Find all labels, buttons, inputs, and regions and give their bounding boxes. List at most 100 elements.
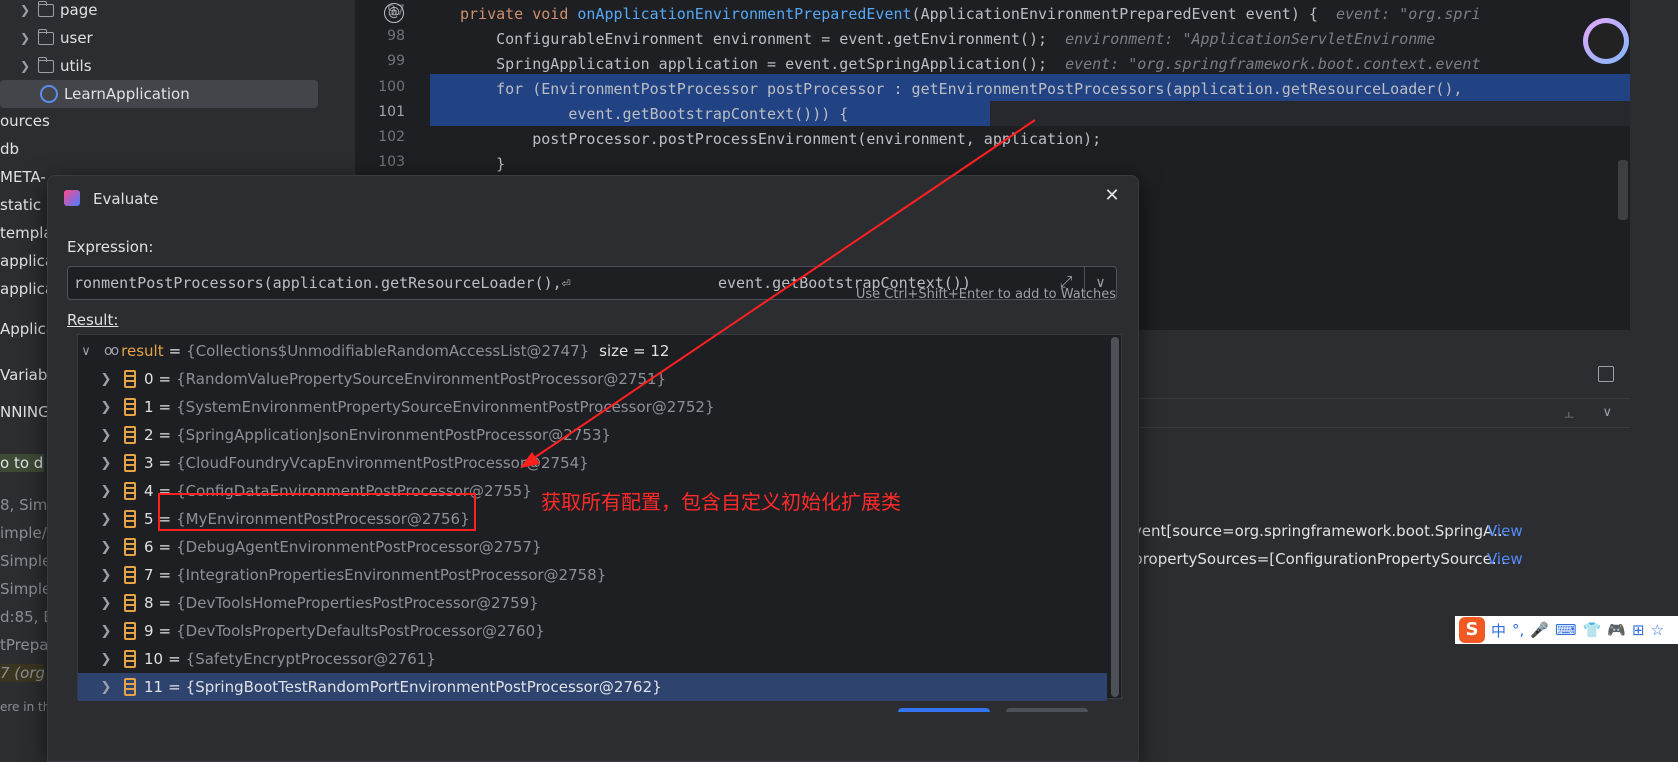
expression-text[interactable]: ronmentPostProcessors(application.getRes… — [74, 274, 571, 292]
close-icon[interactable]: ✕ — [1100, 184, 1124, 208]
result-scrollbar[interactable] — [1111, 337, 1119, 697]
debug-frame-footer: ere in th — [0, 700, 51, 714]
tree-item-clipped[interactable]: templa — [0, 224, 53, 242]
result-item-row[interactable]: ❯ 10 = {SafetyEncryptProcessor@2761} — [78, 645, 1107, 673]
chevron-right-icon[interactable]: ❯ — [98, 484, 114, 499]
tree-item-clipped[interactable]: db — [0, 140, 19, 158]
result-item-row[interactable]: ❯ 8 = {DevToolsHomePropertiesPostProcessor@… — [78, 589, 1107, 617]
equals-sign: = — [158, 370, 172, 388]
code-line-97[interactable]: private void onApplicationEnvironmentPre… — [460, 0, 1481, 27]
ime-toolbox-icon[interactable]: ⊞ — [1632, 621, 1645, 639]
tree-item-learnapplication[interactable]: LearnApplication — [0, 80, 318, 108]
ime-more-icon[interactable]: ☆ — [1651, 621, 1664, 639]
chevron-right-icon[interactable]: ❯ — [98, 680, 114, 695]
result-item-row[interactable]: ❯ 0 = {RandomValuePropertySourceEnvironment… — [78, 365, 1107, 393]
chevron-right-icon[interactable]: ❯ — [18, 31, 32, 45]
tree-item-clipped[interactable]: applica — [0, 252, 54, 270]
equals-sign: = — [158, 622, 172, 640]
tree-item-utils[interactable]: ❯ utils — [18, 52, 92, 80]
result-item-row[interactable]: ❯ 11 = {SpringBootTestRandomPortEnvironment… — [78, 673, 1107, 701]
tree-item-clipped[interactable]: META- — [0, 168, 46, 186]
ime-keyboard-icon[interactable]: ⌨ — [1555, 621, 1577, 639]
result-item-row[interactable]: ❯ 7 = {IntegrationPropertiesEnvironmentPost… — [78, 561, 1107, 589]
code-line-98[interactable]: ConfigurableEnvironment environment = ev… — [460, 25, 1435, 52]
tree-item-clipped[interactable]: static — [0, 196, 41, 214]
chevron-right-icon[interactable]: ❯ — [98, 456, 114, 471]
chevron-down-icon[interactable]: ∨ — [1602, 405, 1612, 420]
debug-frame[interactable]: imple/ — [0, 524, 47, 542]
code-method-name: onApplicationEnvironmentPreparedEvent — [577, 4, 912, 23]
equals-sign: = — [168, 678, 181, 696]
ime-punctuation-icon[interactable]: °, — [1512, 621, 1524, 639]
item-index: 0 — [144, 370, 154, 388]
code-line-99[interactable]: SpringApplication application = event.ge… — [460, 50, 1480, 77]
code-text: (ApplicationEnvironmentPreparedEvent eve… — [911, 4, 1336, 23]
code-text: event.getBootstrapContext())) { — [460, 104, 849, 123]
spring-class-icon — [40, 85, 58, 103]
chevron-right-icon[interactable]: ❯ — [98, 568, 114, 583]
chevron-right-icon[interactable]: ❯ — [98, 428, 114, 443]
debug-frame[interactable]: tPrepa — [0, 636, 48, 654]
result-item-row[interactable]: ❯ 2 = {SpringApplicationJsonEnvironmentPost… — [78, 421, 1107, 449]
ime-chinese-toggle[interactable]: 中 — [1491, 620, 1506, 641]
chevron-right-icon[interactable]: ❯ — [98, 652, 114, 667]
debug-frame[interactable]: Simple — [0, 580, 51, 598]
object-icon — [124, 454, 136, 472]
chevron-right-icon[interactable]: ❯ — [98, 400, 114, 415]
object-icon — [124, 566, 136, 584]
editor-scrollbar[interactable] — [1618, 160, 1628, 220]
item-index: 1 — [144, 398, 154, 416]
ime-skin-icon[interactable]: 👕 — [1583, 621, 1602, 639]
code-line-101[interactable]: event.getBootstrapContext())) { — [460, 100, 848, 127]
item-index: 2 — [144, 426, 154, 444]
object-icon — [124, 650, 136, 668]
evaluate-icon — [64, 190, 80, 206]
result-item-row[interactable]: ❯ 9 = {DevToolsPropertyDefaultsPostProcesso… — [78, 617, 1107, 645]
chevron-right-icon[interactable]: ❯ — [98, 596, 114, 611]
chevron-right-icon[interactable]: ❯ — [18, 59, 32, 73]
close-button[interactable] — [1006, 708, 1088, 712]
result-name: result — [121, 342, 164, 360]
debug-frame[interactable]: Simple — [0, 552, 51, 570]
line-number: 98 — [387, 28, 405, 44]
override-gutter-icon[interactable]: @ — [384, 3, 404, 23]
equals-sign: = — [158, 426, 172, 444]
object-icon — [124, 426, 136, 444]
code-text: postProcessor.postProcessEnvironment(env… — [460, 129, 1102, 148]
ime-game-icon[interactable]: 🎮 — [1607, 621, 1626, 639]
debug-frame[interactable]: 7 (org. — [0, 664, 44, 682]
tree-item-clipped[interactable]: applica — [0, 280, 54, 298]
object-icon — [124, 510, 136, 528]
chevron-right-icon[interactable]: ❯ — [98, 624, 114, 639]
code-line-100[interactable]: for (EnvironmentPostProcessor postProces… — [460, 75, 1462, 102]
debug-frame[interactable]: d:85, E — [0, 608, 53, 626]
equals-sign: = — [158, 594, 172, 612]
sogou-logo-icon[interactable]: S — [1459, 617, 1485, 643]
code-line-102[interactable]: postProcessor.postProcessEnvironment(env… — [460, 125, 1101, 152]
result-item-row[interactable]: ❯ 3 = {CloudFoundryVcapEnvironmentPostProce… — [78, 449, 1107, 477]
filter-icon[interactable]: ⫠ — [1564, 403, 1574, 423]
result-item-row[interactable]: ❯ 6 = {DebugAgentEnvironmentPostProcessor@2… — [78, 533, 1107, 561]
result-root-row[interactable]: ∨ oo result = {Collections$UnmodifiableR… — [78, 337, 1107, 365]
view-link[interactable]: View — [1487, 522, 1523, 540]
layout-icon[interactable] — [1598, 366, 1614, 382]
code-line-103[interactable]: } — [460, 150, 505, 177]
debug-tab-variables[interactable]: Variab — [0, 366, 47, 384]
tree-item-page[interactable]: ❯ page — [18, 0, 97, 24]
view-link[interactable]: View — [1487, 550, 1523, 568]
chevron-right-icon[interactable]: ❯ — [98, 512, 114, 527]
ime-toolbar[interactable]: S 中 °, 🎤 ⌨ 👕 🎮 ⊞ ☆ — [1455, 616, 1678, 644]
result-item-row[interactable]: ❯ 1 = {SystemEnvironmentPropertySourceEnvir… — [78, 393, 1107, 421]
line-number: 103 — [378, 154, 405, 170]
tree-item-user[interactable]: ❯ user — [18, 24, 93, 52]
chevron-right-icon[interactable]: ❯ — [98, 540, 114, 555]
assistant-logo-icon[interactable] — [1583, 18, 1629, 64]
chevron-right-icon[interactable]: ❯ — [18, 3, 32, 17]
ime-microphone-icon[interactable]: 🎤 — [1530, 621, 1549, 639]
line-number: 99 — [387, 53, 405, 69]
chevron-right-icon[interactable]: ❯ — [98, 372, 114, 387]
evaluate-button[interactable] — [898, 708, 990, 712]
item-value: {IntegrationPropertiesEnvironmentPostPro… — [176, 566, 607, 584]
tree-item-clipped[interactable]: ources — [0, 112, 50, 130]
chevron-down-icon[interactable]: ∨ — [78, 344, 94, 359]
